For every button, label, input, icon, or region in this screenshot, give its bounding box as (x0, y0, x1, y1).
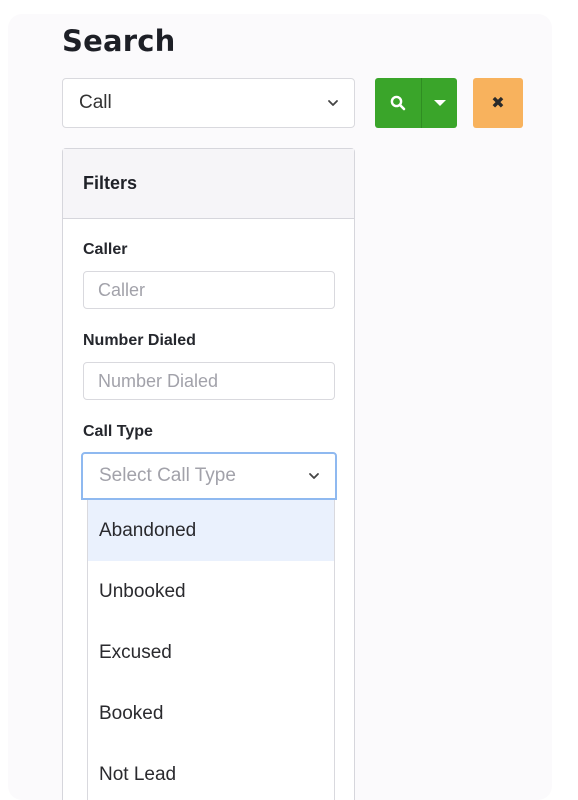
close-icon: ✖ (491, 95, 505, 112)
call-type-option[interactable]: Unbooked (88, 561, 334, 622)
chevron-down-icon (326, 96, 340, 110)
filters-header: Filters (63, 149, 354, 219)
number-dialed-label: Number Dialed (83, 332, 196, 349)
filters-title: Filters (83, 173, 138, 193)
call-type-option[interactable]: Not Lead (88, 744, 334, 800)
caller-label: Caller (83, 241, 128, 258)
search-type-value: Call (79, 92, 112, 113)
number-dialed-input[interactable] (83, 362, 335, 400)
page-title: Search (62, 24, 176, 58)
call-type-placeholder: Select Call Type (99, 465, 236, 486)
call-type-option[interactable]: Excused (88, 622, 334, 683)
search-options-toggle[interactable] (422, 78, 457, 128)
clear-button[interactable]: ✖ (473, 78, 523, 128)
call-type-select[interactable]: Select Call Type (81, 452, 337, 500)
call-type-options-list: Abandoned Unbooked Excused Booked Not Le… (87, 500, 335, 800)
caret-down-icon (433, 100, 446, 106)
search-icon (390, 95, 406, 111)
search-button-group (375, 78, 457, 128)
filters-panel: Filters Caller Number Dialed Call Type S… (62, 148, 355, 800)
search-type-select[interactable]: Call (62, 78, 355, 128)
call-type-label: Call Type (83, 423, 153, 440)
chevron-down-icon (307, 469, 321, 483)
caller-input[interactable] (83, 271, 335, 309)
call-type-option[interactable]: Abandoned (88, 500, 334, 561)
call-type-option[interactable]: Booked (88, 683, 334, 744)
search-button[interactable] (375, 78, 421, 128)
